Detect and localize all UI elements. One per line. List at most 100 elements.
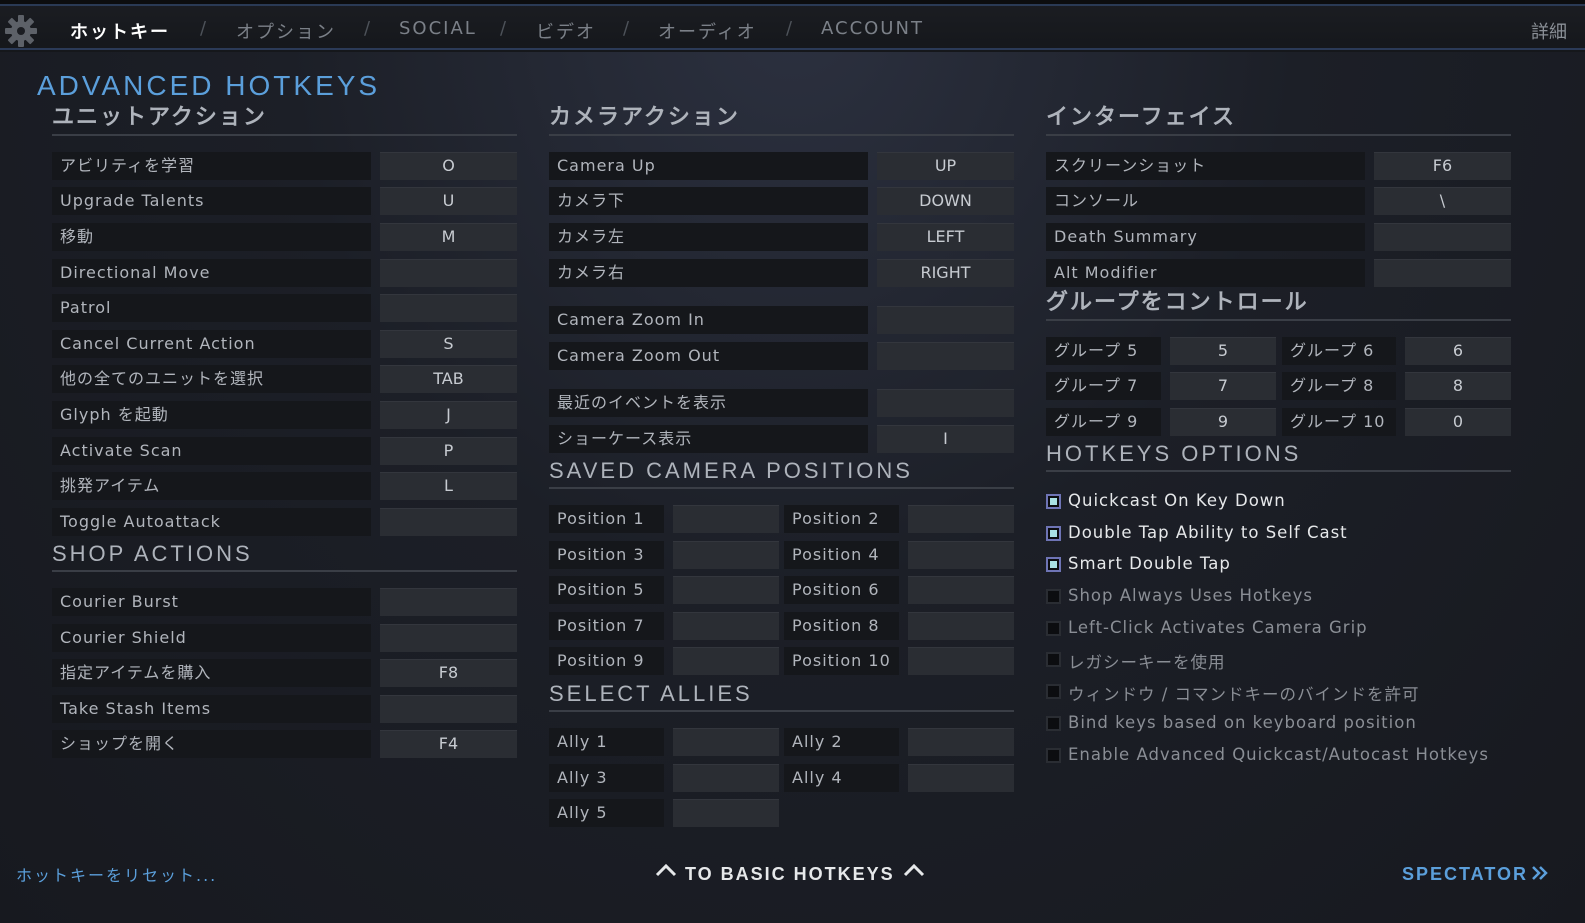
hotkey-binding[interactable]: RIGHT bbox=[877, 259, 1014, 287]
checkbox[interactable] bbox=[1046, 494, 1061, 509]
spectator-button[interactable]: SPECTATOR bbox=[1402, 864, 1549, 885]
hotkey-binding[interactable] bbox=[673, 576, 779, 604]
hotkey-binding[interactable] bbox=[673, 728, 779, 756]
hotkey-binding[interactable]: TAB bbox=[380, 365, 517, 393]
hotkey-binding[interactable]: S bbox=[380, 330, 517, 358]
hotkey-binding[interactable] bbox=[673, 764, 779, 792]
option-label: レガシーキーを使用 bbox=[1068, 653, 1226, 672]
hotkey-label: グループ 10 bbox=[1282, 408, 1396, 436]
hotkey-binding[interactable] bbox=[1374, 259, 1511, 287]
hotkey-binding[interactable] bbox=[380, 259, 517, 287]
hotkey-binding[interactable] bbox=[673, 505, 779, 533]
hotkey-binding[interactable]: U bbox=[380, 187, 517, 215]
hotkey-label: 他の全てのユニットを選択 bbox=[52, 365, 371, 393]
section-title: SELECT ALLIES bbox=[549, 681, 753, 706]
checkbox[interactable] bbox=[1046, 748, 1061, 763]
hotkey-label: Alt Modifier bbox=[1046, 259, 1365, 287]
hotkey-binding[interactable]: O bbox=[380, 152, 517, 180]
hotkey-label: スクリーンショット bbox=[1046, 152, 1365, 180]
hotkey-label: Camera Zoom Out bbox=[549, 342, 868, 370]
spectator-label: SPECTATOR bbox=[1401, 864, 1528, 884]
hotkey-binding[interactable] bbox=[673, 799, 779, 827]
hotkey-binding[interactable]: LEFT bbox=[877, 223, 1014, 251]
hotkey-binding[interactable]: L bbox=[380, 472, 517, 500]
hotkey-row: Position 7 bbox=[549, 612, 779, 640]
hotkey-binding[interactable] bbox=[673, 541, 779, 569]
checkbox[interactable] bbox=[1046, 526, 1061, 541]
hotkey-binding[interactable] bbox=[380, 695, 517, 723]
hotkey-binding[interactable] bbox=[1374, 223, 1511, 251]
detail-button[interactable]: 詳細 bbox=[1531, 18, 1567, 44]
hotkey-label: Glyph を起動 bbox=[52, 401, 371, 429]
checkbox[interactable] bbox=[1046, 652, 1061, 667]
tab-hotkeys[interactable]: ホットキー bbox=[70, 18, 170, 44]
hotkey-binding[interactable] bbox=[908, 764, 1014, 792]
hotkey-binding[interactable] bbox=[908, 541, 1014, 569]
tab-video[interactable]: ビデオ bbox=[536, 18, 596, 44]
hotkey-binding[interactable]: J bbox=[380, 401, 517, 429]
hotkey-label: グループ 6 bbox=[1282, 337, 1396, 365]
hotkey-binding[interactable] bbox=[877, 389, 1014, 417]
hotkey-binding[interactable]: M bbox=[380, 223, 517, 251]
hotkey-binding[interactable]: F8 bbox=[380, 659, 517, 687]
tab-social[interactable]: SOCIAL bbox=[399, 18, 477, 39]
hotkey-row: Ally 2 bbox=[784, 728, 1014, 756]
to-basic-hotkeys-button[interactable]: TO BASIC HOTKEYS bbox=[655, 862, 925, 885]
checkbox[interactable] bbox=[1046, 589, 1061, 604]
hotkey-binding[interactable]: 8 bbox=[1405, 372, 1511, 400]
hotkey-binding[interactable] bbox=[908, 647, 1014, 675]
tab-account[interactable]: ACCOUNT bbox=[821, 18, 924, 39]
hotkey-binding[interactable] bbox=[673, 612, 779, 640]
hotkey-row: グループ 9 9 bbox=[1046, 408, 1276, 436]
hotkey-binding[interactable] bbox=[877, 342, 1014, 370]
hotkey-binding[interactable]: 7 bbox=[1170, 372, 1276, 400]
hotkey-binding[interactable]: F6 bbox=[1374, 152, 1511, 180]
hotkey-binding[interactable] bbox=[908, 728, 1014, 756]
reset-hotkeys-button[interactable]: ホットキーをリセット... bbox=[16, 862, 217, 886]
checkbox[interactable] bbox=[1046, 557, 1061, 572]
hotkey-binding[interactable]: \ bbox=[1374, 187, 1511, 215]
chevron-up-icon bbox=[655, 863, 677, 877]
hotkey-binding[interactable] bbox=[380, 294, 517, 322]
hotkey-binding[interactable]: 0 bbox=[1405, 408, 1511, 436]
hotkey-binding[interactable]: P bbox=[380, 437, 517, 465]
hotkey-label: ショップを開く bbox=[52, 730, 371, 758]
hotkey-binding[interactable] bbox=[380, 588, 517, 616]
hotkey-binding[interactable]: DOWN bbox=[877, 187, 1014, 215]
hotkey-binding[interactable] bbox=[877, 306, 1014, 334]
hotkey-label: Position 3 bbox=[549, 541, 664, 569]
hotkey-label: グループ 8 bbox=[1282, 372, 1396, 400]
tab-audio[interactable]: オーディオ bbox=[658, 18, 757, 44]
hotkey-row: ショーケース表示 I bbox=[549, 425, 1014, 453]
hotkey-label: Position 2 bbox=[784, 505, 899, 533]
tab-separator: / bbox=[200, 18, 207, 39]
section-header-camera-actions: カメラアクション bbox=[549, 104, 1014, 136]
hotkey-row: Position 10 bbox=[784, 647, 1014, 675]
hotkey-binding[interactable] bbox=[673, 647, 779, 675]
tab-options[interactable]: オプション bbox=[236, 18, 336, 44]
hotkey-binding[interactable]: 9 bbox=[1170, 408, 1276, 436]
section-title: カメラアクション bbox=[549, 105, 740, 130]
hotkey-row: コンソール \ bbox=[1046, 187, 1511, 215]
hotkey-binding[interactable]: 5 bbox=[1170, 337, 1276, 365]
hotkey-binding[interactable] bbox=[908, 505, 1014, 533]
hotkey-label: Ally 4 bbox=[784, 764, 899, 792]
hotkey-binding[interactable] bbox=[908, 576, 1014, 604]
hotkey-binding[interactable]: UP bbox=[877, 152, 1014, 180]
gear-icon[interactable] bbox=[4, 14, 38, 48]
hotkey-row: カメラ右 RIGHT bbox=[549, 259, 1014, 287]
hotkey-binding[interactable]: 6 bbox=[1405, 337, 1511, 365]
hotkey-binding[interactable] bbox=[380, 508, 517, 536]
hotkey-binding[interactable] bbox=[380, 624, 517, 652]
checkbox[interactable] bbox=[1046, 684, 1061, 699]
checkbox[interactable] bbox=[1046, 716, 1061, 731]
checkbox[interactable] bbox=[1046, 621, 1061, 636]
hotkey-row: スクリーンショット F6 bbox=[1046, 152, 1511, 180]
hotkey-row: 最近のイベントを表示 bbox=[549, 389, 1014, 417]
hotkey-binding[interactable]: I bbox=[877, 425, 1014, 453]
hotkey-binding[interactable]: F4 bbox=[380, 730, 517, 758]
hotkey-binding[interactable] bbox=[908, 612, 1014, 640]
hotkey-row: Glyph を起動 J bbox=[52, 401, 517, 429]
hotkey-row: Position 4 bbox=[784, 541, 1014, 569]
hotkey-label: Position 10 bbox=[784, 647, 899, 675]
